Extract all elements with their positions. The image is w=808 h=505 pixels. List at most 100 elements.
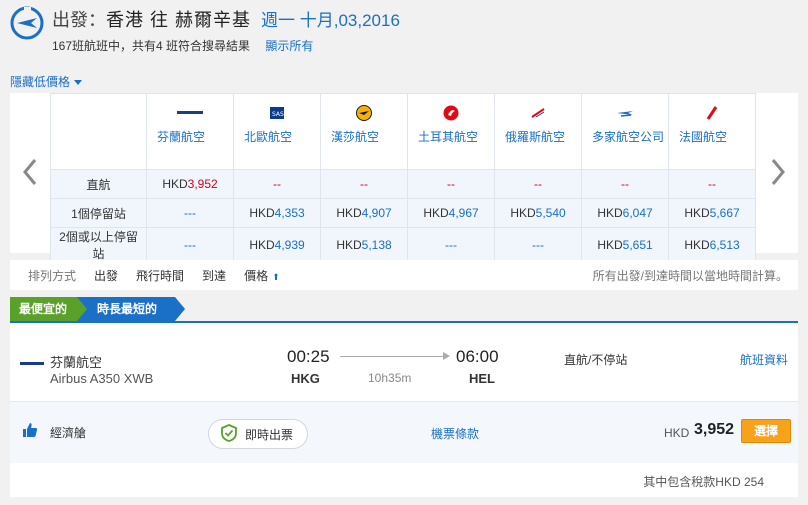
row-label: 1個停留站 xyxy=(50,198,147,228)
airline-col-airfrance[interactable]: 法國航空 xyxy=(668,93,756,170)
price-value: 4,939 xyxy=(274,238,305,252)
price-value: 4,353 xyxy=(274,206,305,220)
shortest-tag: 時長最短的 xyxy=(77,297,186,321)
currency-label: HKD xyxy=(597,206,623,220)
price-cell-empty: -- xyxy=(233,169,321,199)
sas-logo-icon: SAS xyxy=(238,102,316,124)
stops-info: 直航/不停站 xyxy=(564,353,628,367)
currency-label: HKD xyxy=(336,206,362,220)
thumbs-up-icon xyxy=(22,422,38,443)
price-value: 6,513 xyxy=(709,238,740,252)
currency-label: HKD xyxy=(684,206,710,220)
airline-col-finnair[interactable]: 芬蘭航空 xyxy=(146,93,234,170)
route-text: 香港 往 赫爾辛基 xyxy=(106,10,252,30)
airline-col-sas[interactable]: SAS 北歐航空 xyxy=(233,93,321,170)
departure-airport: HKG xyxy=(291,371,320,386)
price-value: 5,667 xyxy=(709,206,740,220)
multiple-airlines-icon xyxy=(586,102,664,124)
sort-departure[interactable]: 出發 xyxy=(94,267,118,284)
price-cell[interactable]: HKD3,952 xyxy=(146,169,234,199)
price-cell[interactable]: HKD6,047 xyxy=(581,198,669,228)
finnair-logo-icon xyxy=(151,102,229,124)
select-button[interactable]: 選擇 xyxy=(741,419,791,443)
flight-result-card: 芬蘭航空 Airbus A350 XWB 00:25 HKG 10h35m 06… xyxy=(10,321,798,497)
price-cell[interactable]: HKD4,907 xyxy=(320,198,408,228)
instant-ticketing-badge: 即時出票 xyxy=(208,419,308,449)
sort-price-label: 價格 xyxy=(244,268,269,283)
price-matrix: 芬蘭航空 SAS 北歐航空 漢莎航空 土耳其航空 俄羅斯航空 多家航空公司 法國… xyxy=(10,93,798,263)
results-count: 167班航班中，共有4 班符合搜尋結果 xyxy=(52,39,251,53)
empty-marker: -- xyxy=(447,177,455,191)
tax-note: 其中包含稅款HKD 254 xyxy=(643,475,764,489)
price-cell-empty: -- xyxy=(581,169,669,199)
airline-col-aeroflot[interactable]: 俄羅斯航空 xyxy=(494,93,582,170)
page-title: 出發：香港 往 赫爾辛基 週一 十月,03,2016 xyxy=(52,6,400,32)
fare-terms-link[interactable]: 機票條款 xyxy=(431,425,479,442)
flight-duration: 10h35m xyxy=(368,371,412,385)
price-cell-empty: -- xyxy=(407,169,495,199)
caret-down-icon xyxy=(74,80,83,86)
sort-price[interactable]: 價格 ⬆ xyxy=(244,267,280,284)
price-cell[interactable]: HKD4,939 xyxy=(233,227,321,263)
currency-label: HKD xyxy=(423,206,449,220)
empty-marker: -- xyxy=(273,177,281,191)
airline-name: 俄羅斯航空 xyxy=(505,130,566,144)
price-cell-empty: --- xyxy=(146,198,234,228)
airline-name: 漢莎航空 xyxy=(331,130,380,144)
price-matrix-table: 芬蘭航空 SAS 北歐航空 漢莎航空 土耳其航空 俄羅斯航空 多家航空公司 法國… xyxy=(50,93,756,263)
price-value: 4,967 xyxy=(448,206,479,220)
currency-label: HKD xyxy=(249,206,275,220)
svg-text:SAS: SAS xyxy=(272,111,284,118)
price-cell[interactable]: HKD5,651 xyxy=(581,227,669,263)
currency-label: HKD xyxy=(510,206,536,220)
currency-label: HKD xyxy=(684,238,710,252)
airline-col-turkish[interactable]: 土耳其航空 xyxy=(407,93,495,170)
sort-bar: 排列方式 出發 飛行時間 到達 價格 ⬆ 所有出發/到達時間以當地時間計算。 xyxy=(10,260,798,290)
cabin-class: 經濟艙 xyxy=(50,426,87,440)
airline-col-lufthansa[interactable]: 漢莎航空 xyxy=(320,93,408,170)
price-cell[interactable]: HKD4,967 xyxy=(407,198,495,228)
empty-marker: --- xyxy=(445,238,457,252)
price-cell[interactable]: HKD5,667 xyxy=(668,198,756,228)
price-cell-empty: -- xyxy=(668,169,756,199)
chevron-right-icon xyxy=(771,159,785,185)
flight-itinerary[interactable]: 芬蘭航空 Airbus A350 XWB 00:25 HKG 10h35m 06… xyxy=(10,323,798,401)
matrix-next-button[interactable] xyxy=(768,157,788,187)
price-cell[interactable]: HKD5,138 xyxy=(320,227,408,263)
airline-name: 芬蘭航空 xyxy=(50,355,103,370)
airline-name: 土耳其航空 xyxy=(418,130,479,144)
empty-marker: -- xyxy=(621,177,629,191)
price-value: 4,907 xyxy=(361,206,392,220)
shield-check-icon xyxy=(221,423,237,445)
matrix-prev-button[interactable] xyxy=(20,157,40,187)
sort-duration[interactable]: 飛行時間 xyxy=(136,267,184,284)
show-all-link[interactable]: 顯示所有 xyxy=(265,39,313,53)
price-cell[interactable]: HKD6,513 xyxy=(668,227,756,263)
currency-label: HKD xyxy=(336,238,362,252)
airline-col-multiple[interactable]: 多家航空公司 xyxy=(581,93,669,170)
airline-name: 芬蘭航空 xyxy=(157,130,206,144)
aeroflot-logo-icon xyxy=(499,102,577,124)
empty-marker: --- xyxy=(184,238,196,252)
row-label: 2個或以上停留站 xyxy=(50,227,147,263)
search-header: 出發：香港 往 赫爾辛基 週一 十月,03,2016 167班航班中，共有4 班符… xyxy=(0,0,808,60)
price-cell[interactable]: HKD4,353 xyxy=(233,198,321,228)
airline-name: 法國航空 xyxy=(679,130,728,144)
sort-label: 排列方式 xyxy=(28,268,77,283)
departure-label: 出發： xyxy=(52,10,106,30)
price-cell[interactable]: HKD5,540 xyxy=(494,198,582,228)
sort-arrival[interactable]: 到達 xyxy=(202,267,226,284)
price-cell-empty: --- xyxy=(407,227,495,263)
flight-details-link[interactable]: 航班資料 xyxy=(740,351,788,368)
instant-ticketing-label: 即時出票 xyxy=(245,427,294,442)
local-time-note: 所有出發/到達時間以當地時間計算。 xyxy=(592,268,788,283)
empty-marker: --- xyxy=(532,238,544,252)
empty-marker: -- xyxy=(360,177,368,191)
price-cell-empty: --- xyxy=(146,227,234,263)
price-value: 5,138 xyxy=(361,238,392,252)
hide-prices-toggle[interactable]: 隱藏低價格 xyxy=(10,73,83,90)
finnair-logo-icon xyxy=(20,354,44,372)
aircraft-type: Airbus A350 XWB xyxy=(50,371,154,386)
price-cell-empty: -- xyxy=(320,169,408,199)
airline-name: 北歐航空 xyxy=(244,130,293,144)
